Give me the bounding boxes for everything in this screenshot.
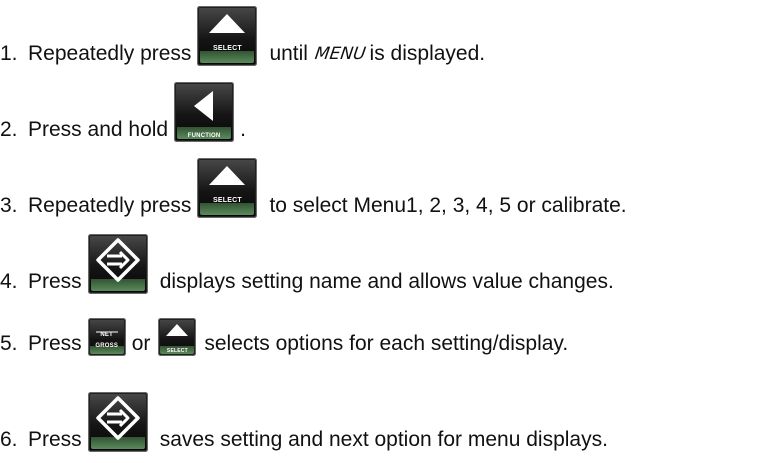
menu-display-word: MENU <box>313 44 367 64</box>
instruction-step: 1. Repeatedly press SELECT until MENU is… <box>0 6 485 66</box>
instruction-step: 6. Press saves setting and next option f… <box>0 392 608 452</box>
step-number: 1. <box>0 42 18 65</box>
step-text-before: Repeatedly press <box>28 194 192 217</box>
step-number: 2. <box>0 118 18 141</box>
select-button-label: SELECT <box>213 197 242 204</box>
enter-arrow-icon <box>95 396 140 440</box>
net-gross-button: NET GROSS <box>87 318 126 356</box>
select-button-label: SELECT <box>166 348 188 354</box>
step-text-before: Press <box>28 428 82 451</box>
step-text-before: Press <box>28 332 82 355</box>
instruction-step: 3. Repeatedly press SELECT to select Men… <box>0 158 627 218</box>
step-text-after: saves setting and next option for menu d… <box>159 428 608 451</box>
select-button: SELECT <box>197 158 258 218</box>
select-button: SELECT <box>158 318 197 356</box>
step-text-before: Press <box>28 270 82 293</box>
step-text-before: Press and hold <box>28 118 169 141</box>
step-text-after: is displayed. <box>369 42 486 65</box>
function-button-label: FUNCTION <box>187 133 221 139</box>
enter-button <box>87 392 148 452</box>
instruction-step: 2. Press and hold FUNCTION . <box>0 82 246 142</box>
step-number: 3. <box>0 194 18 217</box>
function-button: FUNCTION <box>174 82 235 142</box>
gross-label: GROSS <box>95 343 119 349</box>
instruction-step: 5. Press NET GROSS or SELECT selects opt… <box>0 318 568 356</box>
enter-arrow-icon <box>95 238 140 282</box>
step-text-before: Repeatedly press <box>28 42 192 65</box>
step-text-after: to select Menu1, 2, 3, 4, 5 or calibrate… <box>269 194 627 217</box>
step-text-mid: until <box>269 42 308 65</box>
enter-button <box>87 234 148 294</box>
step-number: 4. <box>0 270 18 293</box>
step-number: 5. <box>0 332 18 355</box>
step-number: 6. <box>0 428 18 451</box>
step-text-after: displays setting name and allows value c… <box>159 270 614 293</box>
step-text-after: selects options for each setting/display… <box>204 332 569 355</box>
select-button: SELECT <box>197 6 258 66</box>
step-text-connector: or <box>131 332 151 355</box>
select-button-label: SELECT <box>213 45 242 52</box>
step-text-after: . <box>240 118 246 141</box>
instruction-step: 4. Press displays setting name and allow… <box>0 234 614 294</box>
